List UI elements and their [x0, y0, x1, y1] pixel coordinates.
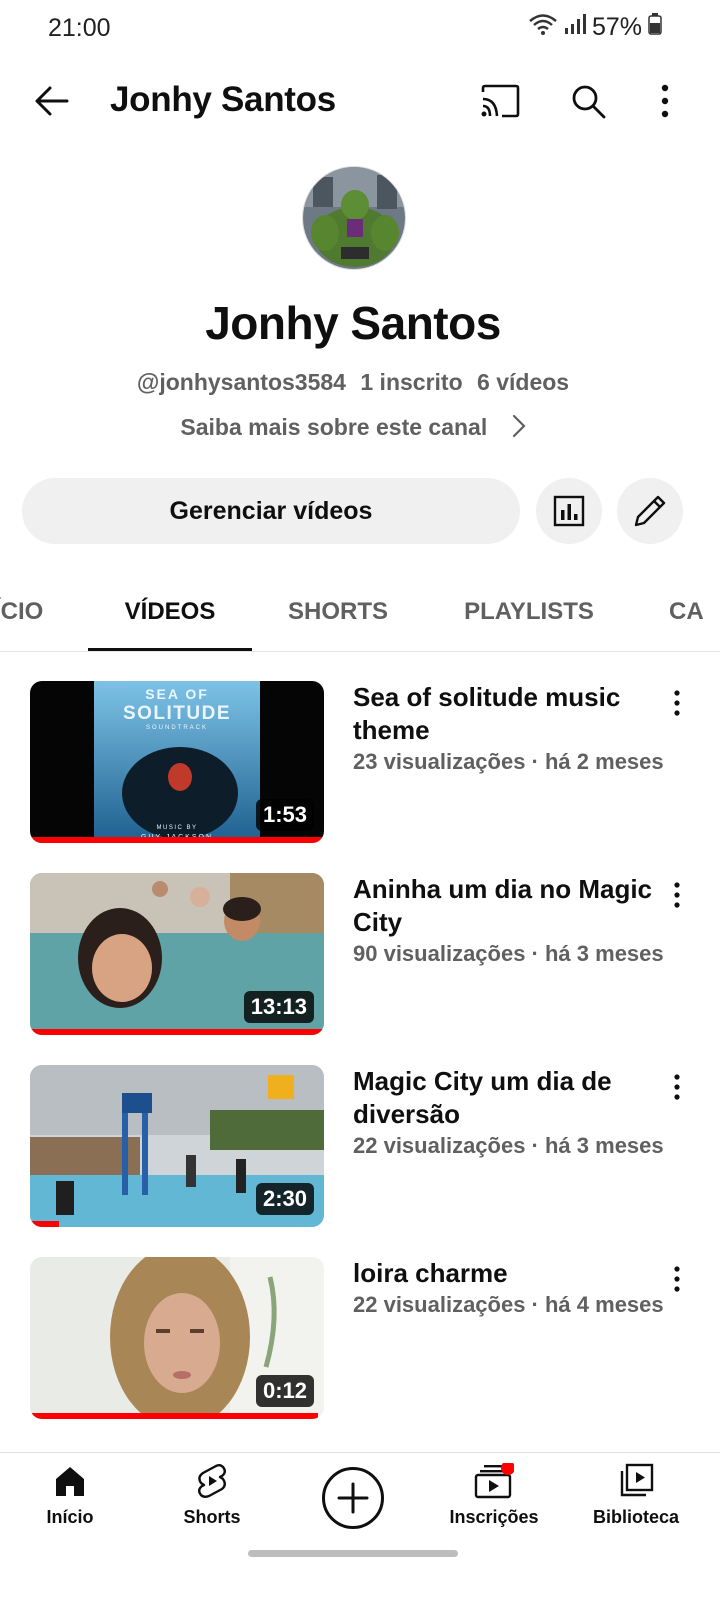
more-options-button[interactable]	[637, 73, 693, 129]
video-title[interactable]: Aninha um dia no Magic City	[353, 873, 653, 939]
analytics-icon	[553, 495, 585, 527]
status-indicators: 57%	[528, 12, 662, 43]
video-thumbnail[interactable]: 0:12	[30, 1257, 324, 1419]
home-icon	[56, 1467, 84, 1496]
back-arrow-icon	[35, 86, 69, 116]
video-meta: 23 visualizações · há 2 meses	[353, 749, 664, 774]
signal-icon	[564, 13, 586, 42]
thumb-text-soundtrack: SOUNDTRACK	[146, 725, 208, 731]
nav-library-label: Biblioteca	[592, 1507, 680, 1527]
video-menu-button[interactable]	[662, 1069, 692, 1105]
avatar-image	[303, 167, 405, 269]
video-title[interactable]: Sea of solitude music theme	[353, 681, 653, 747]
video-menu-button[interactable]	[662, 685, 692, 721]
tab-home[interactable]: ÍCIO	[0, 572, 60, 651]
channel-meta: @jonhysantos3584 1 inscrito 6 vídeos	[0, 369, 706, 396]
video-menu-button[interactable]	[662, 1261, 692, 1297]
search-button[interactable]	[560, 73, 616, 129]
more-vertical-icon	[661, 84, 669, 118]
channel-avatar[interactable]	[302, 166, 406, 270]
notification-dot	[501, 1463, 514, 1475]
cast-icon	[481, 84, 520, 118]
video-title[interactable]: loira charme	[353, 1257, 653, 1290]
tab-videos[interactable]: VÍDEOS	[88, 572, 252, 651]
video-item[interactable]: 13:13 Aninha um dia no Magic City 90 vis…	[0, 873, 720, 1043]
tab-playlists[interactable]: PLAYLISTS	[446, 572, 612, 651]
video-duration: 1:53	[255, 799, 314, 831]
edit-channel-button[interactable]	[617, 478, 683, 544]
thumb-text-music-by: MUSIC BY	[156, 825, 197, 831]
watch-progress-bar	[30, 1221, 60, 1227]
chevron-right-icon	[512, 414, 526, 444]
channel-tabs: ÍCIO VÍDEOS SHORTS PLAYLISTS CA	[0, 572, 720, 652]
nav-library[interactable]: Biblioteca	[576, 1463, 696, 1543]
nav-shorts-label: Shorts	[183, 1507, 241, 1527]
app-title: Jonhy Santos	[110, 80, 336, 119]
cast-button[interactable]	[472, 73, 528, 129]
bottom-navigation: Início Shorts Inscrições Biblioteca	[0, 1452, 720, 1600]
more-vertical-icon	[674, 882, 680, 908]
home-indicator[interactable]	[248, 1550, 458, 1557]
manage-videos-button[interactable]: Gerenciar vídeos	[22, 478, 520, 544]
video-item[interactable]: 2:30 Magic City um dia de diversão 22 vi…	[0, 1065, 720, 1235]
about-channel-link[interactable]: Saiba mais sobre este canal	[0, 414, 706, 444]
battery-percent: 57%	[591, 13, 642, 41]
app-bar: Jonhy Santos	[0, 60, 720, 144]
analytics-button[interactable]	[536, 478, 602, 544]
video-item[interactable]: 0:12 loira charme 22 visualizações · há …	[0, 1257, 720, 1427]
video-menu-button[interactable]	[662, 877, 692, 913]
video-meta: 22 visualizações · há 4 meses	[353, 1292, 664, 1317]
plus-icon	[337, 1482, 369, 1514]
subscriber-count: 1 inscrito	[360, 369, 463, 395]
nav-shorts[interactable]: Shorts	[152, 1463, 272, 1543]
about-channel-label: Saiba mais sobre este canal	[180, 414, 488, 441]
nav-home[interactable]: Início	[10, 1463, 130, 1543]
nav-home-label: Início	[46, 1507, 94, 1527]
more-vertical-icon	[674, 690, 680, 716]
video-duration: 2:30	[255, 1183, 314, 1215]
create-button[interactable]	[322, 1467, 384, 1529]
video-duration: 13:13	[243, 991, 314, 1023]
shorts-icon	[198, 1464, 226, 1498]
video-title[interactable]: Magic City um dia de diversão	[353, 1065, 653, 1131]
video-meta: 90 visualizações · há 3 meses	[353, 941, 664, 966]
watch-progress-bar	[30, 1029, 324, 1035]
video-count: 6 vídeos	[477, 369, 570, 395]
subscriptions-icon	[474, 1463, 514, 1499]
watch-progress-bar	[30, 1413, 319, 1419]
channel-handle: @jonhysantos3584	[136, 369, 346, 395]
tab-community[interactable]: CA	[669, 572, 720, 651]
tab-shorts[interactable]: SHORTS	[270, 572, 406, 651]
video-thumbnail[interactable]: 2:30	[30, 1065, 324, 1227]
more-vertical-icon	[674, 1074, 680, 1100]
channel-name: Jonhy Santos	[205, 297, 501, 349]
more-vertical-icon	[674, 1266, 680, 1292]
status-bar: 21:00 57%	[0, 0, 720, 60]
pencil-icon	[634, 495, 666, 527]
wifi-icon	[528, 12, 558, 43]
battery-icon	[648, 13, 662, 42]
video-meta: 22 visualizações · há 3 meses	[353, 1133, 664, 1158]
nav-subscriptions-label: Inscrições	[449, 1507, 539, 1527]
thumb-text-solitude: SOLITUDE	[123, 703, 231, 724]
video-duration: 0:12	[255, 1375, 314, 1407]
search-icon	[572, 85, 606, 119]
status-time: 21:00	[48, 14, 111, 42]
video-thumbnail[interactable]: SEA OF SOLITUDE SOUNDTRACK MUSIC BY GUY …	[30, 681, 324, 843]
video-thumbnail[interactable]: 13:13	[30, 873, 324, 1035]
back-button[interactable]	[24, 73, 80, 129]
watch-progress-bar	[30, 837, 324, 843]
nav-subscriptions[interactable]: Inscrições	[434, 1463, 554, 1543]
thumb-text-sea-of: SEA OF	[145, 686, 209, 702]
library-icon	[620, 1463, 654, 1497]
video-item[interactable]: SEA OF SOLITUDE SOUNDTRACK MUSIC BY GUY …	[0, 681, 720, 851]
